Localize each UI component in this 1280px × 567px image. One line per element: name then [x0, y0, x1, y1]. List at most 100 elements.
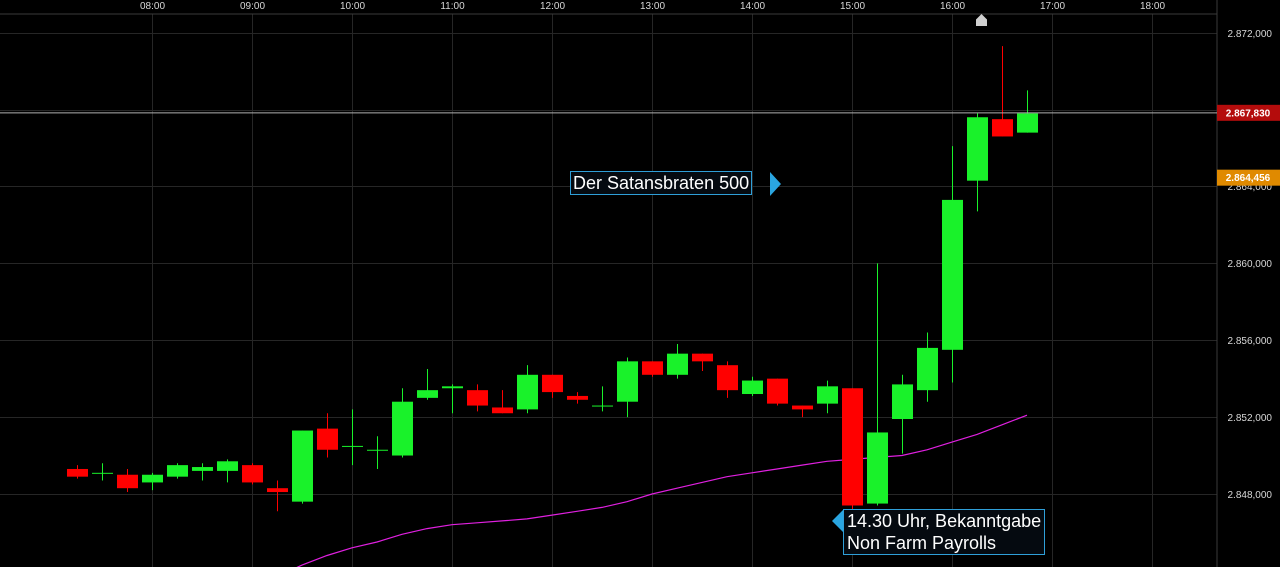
candle [367, 436, 388, 469]
candle [117, 468, 138, 493]
candle-body [192, 467, 213, 471]
candle-body [667, 353, 688, 375]
candle-body [217, 461, 238, 471]
y-tick-label: 2.860,000 [1228, 259, 1273, 270]
y-tick-label: 2.848,000 [1228, 490, 1273, 501]
x-tick-label: 11:00 [440, 1, 465, 12]
candle-body [617, 361, 638, 402]
candle-body [542, 374, 563, 393]
grid-lines [0, 14, 1217, 567]
candle [817, 380, 838, 414]
candle-body [767, 378, 788, 404]
candle [617, 357, 638, 418]
candle-body [242, 465, 263, 483]
candle-body [567, 395, 588, 400]
candle [592, 386, 613, 412]
candle [67, 465, 88, 479]
annotation-nfp: 14.30 Uhr, Bekanntgabe Non Farm Payrolls [843, 509, 1046, 555]
annotation-pointer-right [770, 172, 781, 196]
candle [767, 378, 788, 406]
candle-body [492, 407, 513, 414]
axes-layer: 08:00 09:00 10:00 11:00 12:00 13:00 14:00 15:00… [0, 0, 1272, 567]
candle [992, 46, 1013, 137]
candle-body [1017, 113, 1038, 133]
candle-body [367, 449, 388, 451]
candle [442, 384, 463, 414]
candle-body [867, 432, 888, 504]
candle-body [592, 405, 613, 407]
candle [517, 365, 538, 414]
y-tick-label: 2.852,000 [1228, 413, 1273, 424]
candle [642, 361, 663, 377]
candle-body [642, 361, 663, 375]
annotation-line: 14.30 Uhr, Bekanntgabe [847, 511, 1042, 531]
candle [142, 472, 163, 491]
x-tick-label: 18:00 [1140, 1, 1165, 12]
candle [267, 480, 288, 512]
candle [492, 390, 513, 414]
chart-container[interactable]: 08:00 09:00 10:00 11:00 12:00 13:00 14:00 15:00… [0, 0, 1280, 567]
candle [192, 463, 213, 481]
x-tick-label: 15:00 [840, 1, 865, 12]
candle-body [267, 488, 288, 493]
candle-body [392, 401, 413, 456]
candle [92, 463, 113, 481]
candle-body [517, 374, 538, 410]
candle-body [742, 380, 763, 395]
candle-body [967, 117, 988, 181]
candle [967, 113, 988, 212]
x-tick-label: 14:00 [740, 1, 765, 12]
candle [392, 388, 413, 458]
candle [692, 353, 713, 371]
candle [867, 263, 888, 506]
x-tick-label: 08:00 [140, 1, 165, 12]
candle [567, 392, 588, 404]
candle [667, 344, 688, 379]
candle [742, 376, 763, 396]
candle-body [92, 472, 113, 474]
candle [167, 463, 188, 479]
price-chart[interactable]: 08:00 09:00 10:00 11:00 12:00 13:00 14:00 15:00… [0, 0, 1280, 567]
candle-body [792, 405, 813, 410]
x-tick-label: 13:00 [640, 1, 665, 12]
candle-body [442, 386, 463, 389]
candle-body [417, 390, 438, 398]
candle [892, 374, 913, 454]
candle [467, 384, 488, 412]
y-tick-label: 2.856,000 [1228, 336, 1273, 347]
candle-body [842, 388, 863, 506]
annotation-satansbraten: Der Satansbraten 500 [570, 171, 753, 195]
candle-body [317, 428, 338, 450]
candle [917, 332, 938, 402]
candle [942, 146, 963, 383]
candle [542, 374, 563, 398]
candle-body [892, 384, 913, 420]
candle-body [992, 119, 1013, 137]
candle-body [167, 465, 188, 477]
candle-body [917, 347, 938, 391]
candle-body [467, 390, 488, 406]
candle [317, 413, 338, 458]
y-tick-label: 2.872,000 [1228, 29, 1273, 40]
candle [242, 463, 263, 485]
x-tick-label: 12:00 [540, 1, 565, 12]
candle [1017, 90, 1038, 133]
candle-body [142, 474, 163, 483]
candle [717, 361, 738, 398]
candle-body [67, 468, 88, 477]
candle [292, 430, 313, 504]
candle-body [817, 386, 838, 404]
last-price-label: 2.867,830 [1226, 108, 1271, 119]
annotation-line: Der Satansbraten 500 [573, 173, 750, 193]
home-icon[interactable] [975, 13, 988, 27]
x-tick-label: 17:00 [1040, 1, 1065, 12]
annotation-pointer-left [832, 510, 843, 532]
candle-body [692, 353, 713, 362]
x-tick-label: 09:00 [240, 1, 265, 12]
annotation-line: Non Farm Payrolls [847, 533, 997, 553]
x-tick-label: 10:00 [340, 1, 365, 12]
marker-price-label: 2.864,456 [1226, 173, 1271, 184]
candle [417, 369, 438, 400]
candle-body [942, 199, 963, 350]
candle [217, 459, 238, 483]
